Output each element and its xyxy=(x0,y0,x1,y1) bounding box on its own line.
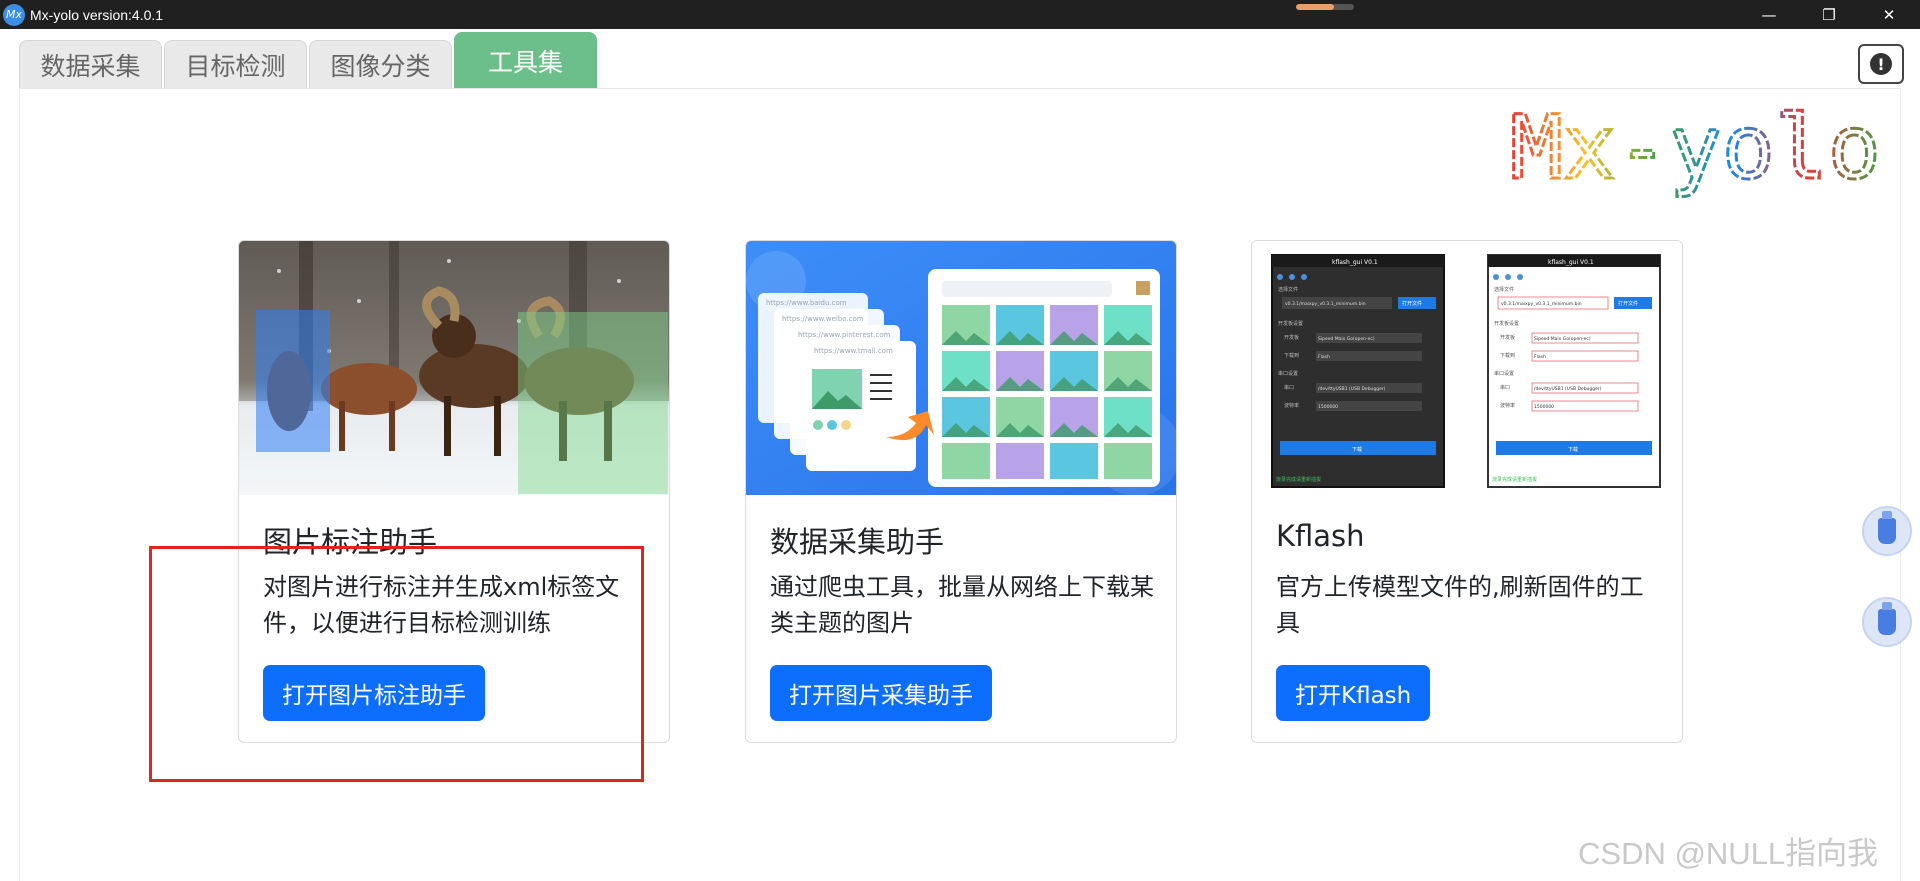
tab-image-classification[interactable]: 图像分类 xyxy=(309,40,452,89)
window-title: Mx-yolo version:4.0.1 xyxy=(30,6,164,23)
svg-text:打开文件: 打开文件 xyxy=(1402,300,1422,307)
tab-toolset[interactable]: 工具集 xyxy=(454,32,597,89)
card-data-collection: https://www.baidu.com https://www.weibo.… xyxy=(745,240,1177,743)
minimize-button[interactable]: — xyxy=(1740,0,1798,29)
info-button[interactable]: ! xyxy=(1858,44,1904,84)
maximize-button[interactable]: ❐ xyxy=(1800,0,1858,29)
svg-text:开发板设置: 开发板设置 xyxy=(1494,320,1519,327)
usb-device-button[interactable] xyxy=(1862,506,1912,556)
svg-text:kflash_gui V0.1: kflash_gui V0.1 xyxy=(1332,259,1378,266)
svg-text:Flash: Flash xyxy=(1534,354,1546,360)
svg-text:/dev/ttyUSB1 (USB Debugger): /dev/ttyUSB1 (USB Debugger) xyxy=(1534,386,1602,392)
svg-text:/dev/ttyUSB1 (USB Debugger): /dev/ttyUSB1 (USB Debugger) xyxy=(1318,386,1386,392)
svg-text:Sipeed Maix Go(open-ec): Sipeed Maix Go(open-ec) xyxy=(1534,336,1591,342)
app-logo-icon: Mx xyxy=(3,3,25,26)
usb-icon xyxy=(1878,602,1896,635)
kflash-preview-image: kflash_gui V0.1 选择文件 v0.3.1/maixpy_v0.3.… xyxy=(1252,241,1682,495)
tab-object-detection[interactable]: 目标检测 xyxy=(164,40,307,89)
svg-text:1500000: 1500000 xyxy=(1534,404,1554,410)
open-kflash-button[interactable]: 打开Kflash xyxy=(1276,665,1431,721)
logo-text: Mx-yolo xyxy=(1510,100,1880,199)
svg-text:下载: 下载 xyxy=(1568,446,1578,453)
svg-text:串口: 串口 xyxy=(1500,385,1510,391)
svg-text:v0.3.1/maixpy_v0.3.1_minimum.b: v0.3.1/maixpy_v0.3.1_minimum.bin xyxy=(1285,301,1366,307)
svg-text:下载到: 下载到 xyxy=(1500,352,1515,359)
close-button[interactable]: ✕ xyxy=(1860,0,1918,29)
svg-text:开发板: 开发板 xyxy=(1284,334,1299,341)
drag-handle[interactable] xyxy=(1296,4,1354,10)
watermark: CSDN @NULL指向我 xyxy=(1578,836,1879,871)
svg-text:串口设置: 串口设置 xyxy=(1278,370,1298,377)
panel-border xyxy=(1900,88,1901,881)
tab-data-collection[interactable]: 数据采集 xyxy=(19,40,162,89)
svg-text:Flash: Flash xyxy=(1318,354,1330,360)
crawler-preview-image: https://www.baidu.com https://www.weibo.… xyxy=(746,241,1176,495)
svg-text:kflash_gui V0.1: kflash_gui V0.1 xyxy=(1548,259,1594,266)
usb-device-button[interactable] xyxy=(1862,597,1912,647)
card-title: Kflash xyxy=(1276,519,1365,553)
annotation-preview-image xyxy=(239,241,669,495)
svg-text:下载: 下载 xyxy=(1352,446,1362,453)
svg-text:开发板设置: 开发板设置 xyxy=(1278,320,1303,327)
svg-text:选择文件: 选择文件 xyxy=(1278,286,1298,293)
svg-text:串口设置: 串口设置 xyxy=(1494,370,1514,377)
open-crawler-tool-button[interactable]: 打开图片采集助手 xyxy=(770,665,992,721)
card-description: 通过爬虫工具，批量从网络上下载某类主题的图片 xyxy=(770,573,1154,637)
svg-text:波特率: 波特率 xyxy=(1500,402,1515,409)
svg-text:Sipeed Maix Go(open-ec): Sipeed Maix Go(open-ec) xyxy=(1318,336,1375,342)
svg-text:下载到: 下载到 xyxy=(1284,352,1299,359)
exclamation-icon: ! xyxy=(1870,53,1892,75)
svg-text:打开文件: 打开文件 xyxy=(1618,300,1638,307)
svg-text:1500000: 1500000 xyxy=(1318,404,1338,410)
svg-text:烧录完成请重新插拔: 烧录完成请重新插拔 xyxy=(1492,476,1537,483)
svg-text:https://www.baidu.com: https://www.baidu.com xyxy=(766,299,847,307)
card-kflash: kflash_gui V0.1 选择文件 v0.3.1/maixpy_v0.3.… xyxy=(1251,240,1683,743)
svg-text:https://www.tmall.com: https://www.tmall.com xyxy=(814,347,893,355)
svg-text:烧录完成请重新插拔: 烧录完成请重新插拔 xyxy=(1276,476,1321,483)
tab-divider xyxy=(19,88,1901,89)
svg-text:开发板: 开发板 xyxy=(1500,334,1515,341)
svg-text:v0.3.1/maixpy_v0.3.1_minimum.b: v0.3.1/maixpy_v0.3.1_minimum.bin xyxy=(1501,301,1582,307)
svg-text:波特率: 波特率 xyxy=(1284,402,1299,409)
svg-text:https://www.weibo.com: https://www.weibo.com xyxy=(782,315,864,323)
usb-icon xyxy=(1878,511,1896,544)
mx-yolo-logo: Mx-yolo xyxy=(1510,100,1880,200)
svg-text:串口: 串口 xyxy=(1284,385,1294,391)
window-titlebar: Mx Mx-yolo version:4.0.1 — ❐ ✕ xyxy=(0,0,1920,29)
svg-text:选择文件: 选择文件 xyxy=(1494,286,1514,293)
card-title: 数据采集助手 xyxy=(770,525,945,559)
panel-border xyxy=(19,88,20,881)
card-description: 官方上传模型文件的,刷新固件的工具 xyxy=(1276,573,1644,637)
highlight-annotation-box xyxy=(149,546,644,782)
svg-text:https://www.pinterest.com: https://www.pinterest.com xyxy=(798,331,891,339)
main-tab-bar: 数据采集 目标检测 图像分类 工具集 xyxy=(19,32,599,89)
